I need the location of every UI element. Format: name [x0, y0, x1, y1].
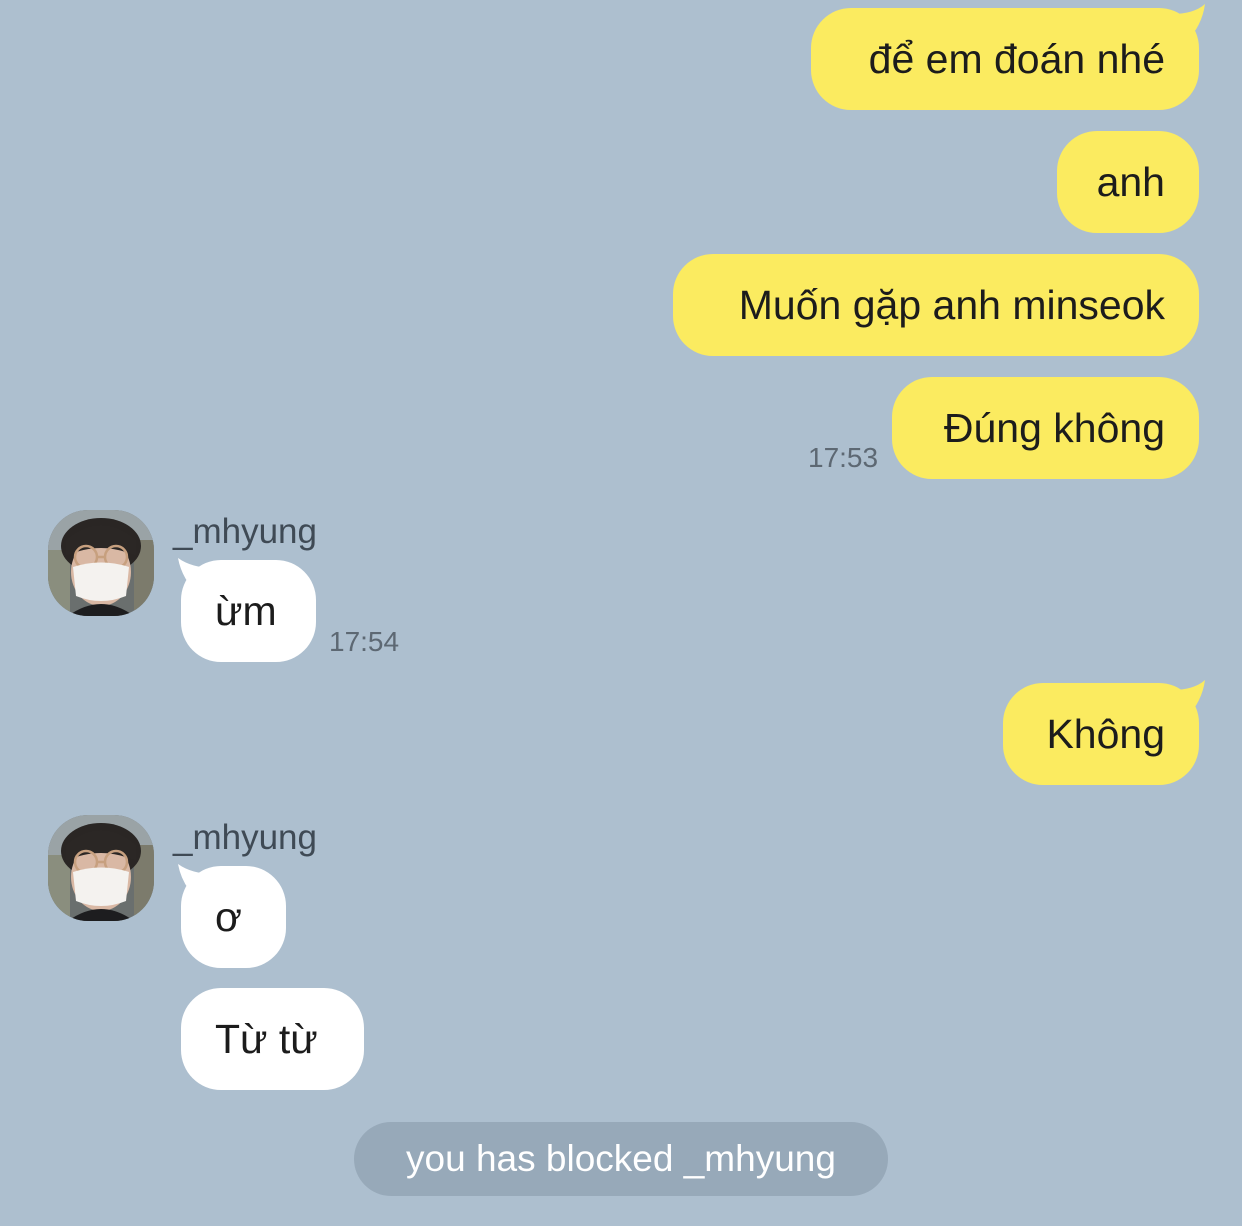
- sender-name: _mhyung: [173, 818, 317, 857]
- received-message-bubble[interactable]: ừm: [181, 560, 316, 662]
- message-text: ơ: [215, 893, 242, 940]
- received-message-bubble[interactable]: Từ từ: [181, 988, 364, 1090]
- notice-text: you has blocked _mhyung: [406, 1138, 836, 1179]
- avatar[interactable]: [48, 815, 154, 921]
- avatar[interactable]: [48, 510, 154, 616]
- blocked-notice: you has blocked _mhyung: [354, 1122, 888, 1196]
- message-text: Đúng không: [943, 404, 1165, 451]
- profile-photo-avatar-icon: [48, 815, 154, 921]
- message-text: anh: [1096, 158, 1165, 205]
- bubble-tail-icon: [1172, 4, 1205, 42]
- message-text: Không: [1046, 710, 1165, 757]
- message-text: Muốn gặp anh minseok: [738, 281, 1165, 328]
- message-timestamp: 17:54: [329, 626, 400, 657]
- sent-message-bubble[interactable]: Muốn gặp anh minseok: [673, 254, 1199, 356]
- message-text: Từ từ: [215, 1015, 318, 1062]
- sent-message-bubble[interactable]: anh: [1057, 131, 1199, 233]
- sender-name: _mhyung: [173, 512, 317, 551]
- sent-message-bubble[interactable]: Đúng không: [892, 377, 1199, 479]
- bubble-tail-icon: [1172, 680, 1205, 718]
- sent-message-bubble[interactable]: Không: [1003, 683, 1199, 785]
- message-text: ừm: [215, 587, 277, 634]
- message-text: để em đoán nhé: [868, 35, 1165, 82]
- message-timestamp: 17:53: [808, 442, 879, 473]
- profile-photo-avatar-icon: [48, 510, 154, 616]
- received-message-bubble[interactable]: ơ: [181, 866, 286, 968]
- sent-message-bubble[interactable]: để em đoán nhé: [811, 8, 1199, 110]
